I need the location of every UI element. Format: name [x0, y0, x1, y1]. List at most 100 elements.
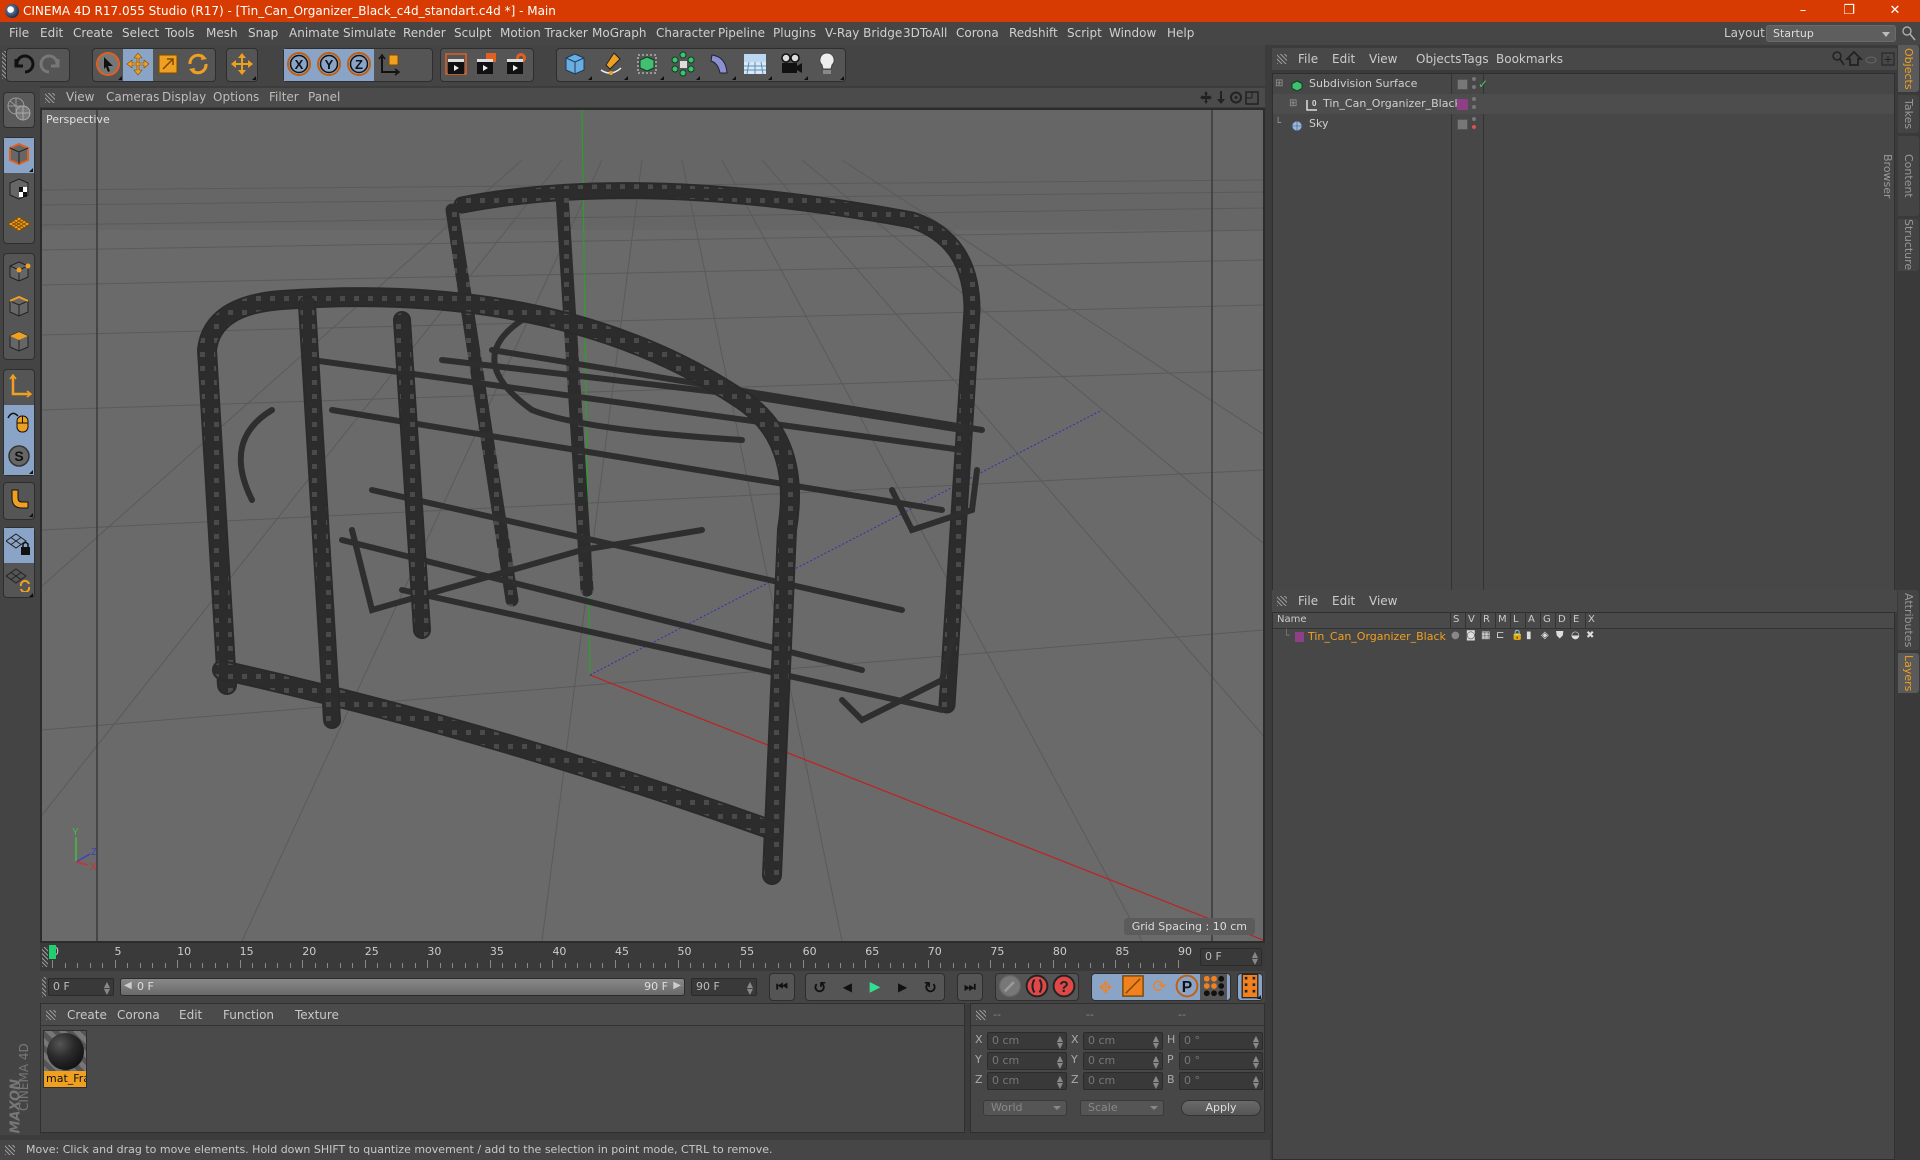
object-menu-file[interactable]: File [1298, 48, 1318, 70]
size-x-field[interactable]: 0 cm ▲ ▼ [1083, 1032, 1163, 1050]
model-mode-button[interactable] [4, 138, 34, 173]
layer-generators-icon[interactable]: ◈ [1541, 630, 1549, 641]
solo-button[interactable]: S [4, 440, 34, 475]
home-icon[interactable] [1844, 51, 1864, 66]
layer-row[interactable]: └ Tin_Can_Organizer_Black ● ◙ ▦ ⊏ 🔒 ▮ ◈ ⛊ ◒ ✖ [1273, 629, 1894, 645]
object-row[interactable]: └ Sky [1273, 114, 1894, 134]
subdivision-surface-button[interactable] [629, 49, 665, 81]
viewport-grip[interactable] [45, 93, 55, 103]
move-view-icon[interactable] [1200, 91, 1212, 104]
tab-objects[interactable]: Objects [1898, 45, 1919, 92]
viewport-menu-filter[interactable]: Filter [269, 88, 299, 107]
previous-frame-button[interactable]: ◀ [834, 974, 862, 1000]
menu-character[interactable]: Character [656, 22, 715, 45]
material-menu-function[interactable]: Function [223, 1004, 274, 1026]
close-button[interactable]: ✕ [1872, 0, 1918, 22]
perspective-viewport[interactable]: Y Z X Perspective Grid Spacing : 10 cm [40, 108, 1265, 943]
position-x-field[interactable]: 0 cm ▲ ▼ [987, 1032, 1067, 1050]
texture-mode-button[interactable] [4, 173, 34, 208]
move-tool-button[interactable] [227, 49, 257, 81]
editor-visibility-dot[interactable] [1472, 97, 1476, 101]
render-visibility-dot[interactable] [1472, 125, 1476, 129]
layer-column-v[interactable]: V [1468, 614, 1475, 625]
size-z-field[interactable]: 0 cm ▲ ▼ [1083, 1072, 1163, 1090]
menu-vray-bridge[interactable]: V-Ray Bridge [825, 22, 902, 45]
menu-3dtoall[interactable]: 3DToAll [903, 22, 947, 45]
z-axis-button[interactable]: Z [344, 49, 374, 81]
key-pla-button[interactable] [1200, 974, 1227, 1000]
layer-name[interactable]: Tin_Can_Organizer_Black [1308, 629, 1446, 645]
motion-path-button[interactable] [996, 974, 1023, 1000]
layer-expressions-icon[interactable]: ◒ [1571, 630, 1580, 641]
layer-animation-icon[interactable]: ▮ [1526, 630, 1532, 641]
coordinate-system-button[interactable] [374, 49, 404, 81]
visibility-icon[interactable] [1865, 56, 1877, 64]
goto-end-button[interactable]: ⏭ [958, 974, 982, 1000]
size-mode-dropdown[interactable]: Scale [1080, 1100, 1164, 1116]
layer-manager-icon[interactable]: ⊏ [1496, 630, 1504, 641]
goto-next-key-button[interactable]: ↻ [916, 974, 944, 1000]
layer-render-icon[interactable]: ▦ [1481, 630, 1490, 641]
material-menu-edit[interactable]: Edit [179, 1004, 202, 1026]
status-grip[interactable] [5, 1145, 15, 1155]
snap-button[interactable] [4, 483, 34, 518]
x-axis-button[interactable]: X [284, 49, 314, 81]
menu-plugins[interactable]: Plugins [773, 22, 816, 45]
key-parameter-button[interactable]: P [1173, 974, 1200, 1000]
menu-edit[interactable]: Edit [40, 22, 63, 45]
timeline-grip[interactable] [42, 947, 48, 967]
object-menu-tags[interactable]: Tags [1462, 48, 1489, 70]
menu-select[interactable]: Select [122, 22, 159, 45]
controls-grip[interactable] [42, 977, 46, 997]
search-icon[interactable] [1832, 51, 1845, 66]
timeline-button[interactable] [1238, 973, 1262, 1000]
menu-render[interactable]: Render [403, 22, 446, 45]
menu-motion-tracker[interactable]: Motion Tracker [500, 22, 588, 45]
position-y-field[interactable]: 0 cm ▲ ▼ [987, 1052, 1067, 1070]
range-left-arrow-icon[interactable]: ◀ [124, 980, 132, 991]
axis-button[interactable] [4, 370, 34, 405]
move-button[interactable] [123, 49, 153, 81]
select-live-button[interactable] [93, 49, 123, 81]
editor-visibility-dot[interactable] [1472, 117, 1476, 121]
pen-button[interactable] [593, 49, 629, 81]
camera-button[interactable] [773, 49, 809, 81]
layer-column-e[interactable]: E [1573, 614, 1579, 625]
layer-menu-file[interactable]: File [1298, 590, 1318, 612]
goto-previous-key-button[interactable]: ↺ [806, 974, 834, 1000]
viewport-menu-display[interactable]: Display [162, 88, 206, 107]
menu-simulate[interactable]: Simulate [343, 22, 396, 45]
polygons-mode-button[interactable] [4, 324, 34, 359]
layer-column-s[interactable]: S [1453, 614, 1459, 625]
layer-lock-icon[interactable]: 🔒 [1511, 630, 1523, 641]
playhead[interactable] [49, 945, 56, 959]
object-menu-edit[interactable]: Edit [1332, 48, 1355, 70]
menu-file[interactable]: File [9, 22, 29, 45]
menu-redshift[interactable]: Redshift [1009, 22, 1058, 45]
layer-column-a[interactable]: A [1528, 614, 1535, 625]
menu-snap[interactable]: Snap [248, 22, 278, 45]
layer-menu-edit[interactable]: Edit [1332, 590, 1355, 612]
object-name[interactable]: Tin_Can_Organizer_Black [1323, 94, 1461, 114]
layer-color-swatch[interactable] [1295, 632, 1304, 642]
coordinates-grip[interactable] [976, 1010, 986, 1020]
layer-column-g[interactable]: G [1543, 614, 1551, 625]
menu-corona[interactable]: Corona [956, 22, 999, 45]
menu-mesh[interactable]: Mesh [206, 22, 238, 45]
coordinate-mode-dropdown[interactable]: World [983, 1100, 1067, 1116]
light-button[interactable] [809, 49, 845, 81]
material-menu-create[interactable]: Create [67, 1004, 107, 1026]
viewport-menu-view[interactable]: View [66, 88, 94, 107]
edges-mode-button[interactable] [4, 289, 34, 324]
render-visibility-dot[interactable] [1472, 85, 1476, 89]
redo-button[interactable] [37, 49, 67, 81]
timeline-ruler[interactable]: 051015202530354045505560657075808590 0 F… [40, 943, 1265, 971]
menu-help[interactable]: Help [1167, 22, 1194, 45]
object-name[interactable]: Subdivision Surface [1309, 74, 1417, 94]
tab-structure[interactable]: Structure [1898, 219, 1919, 271]
scale-button[interactable] [153, 49, 183, 81]
tab-attributes[interactable]: Attributes [1898, 590, 1919, 650]
next-frame-button[interactable]: ▶ [889, 974, 917, 1000]
layer-column-m[interactable]: M [1498, 614, 1507, 625]
layer-color-swatch[interactable] [1457, 99, 1468, 110]
